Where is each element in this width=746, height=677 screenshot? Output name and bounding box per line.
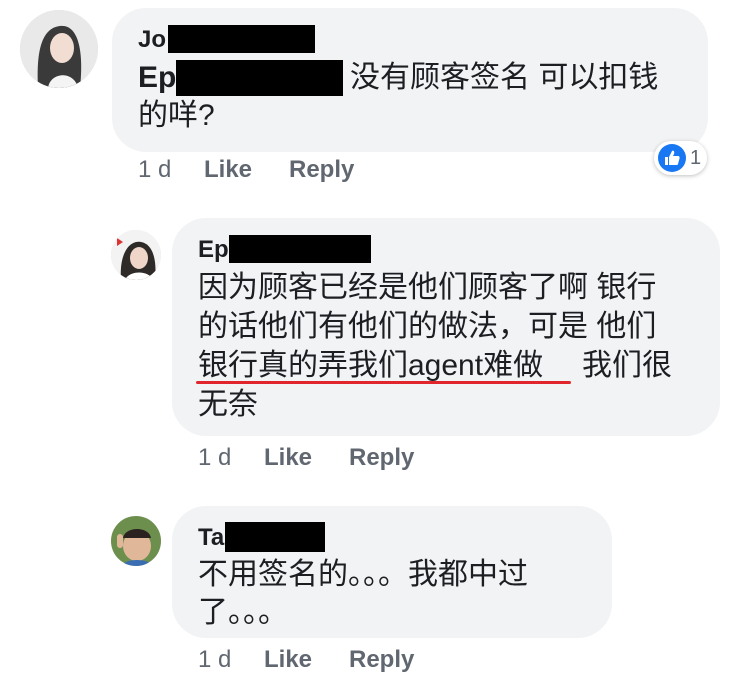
comment-author[interactable]: Ta: [198, 524, 224, 552]
reply-button[interactable]: Reply: [349, 444, 414, 472]
comment-text-line: 不用签名的。。。我都中过: [198, 558, 528, 591]
like-label[interactable]: Like: [264, 646, 312, 673]
like-label[interactable]: Like: [204, 156, 252, 183]
reply-label[interactable]: Reply: [349, 646, 414, 673]
red-underline-annotation: [196, 381, 571, 384]
reply-label[interactable]: Reply: [289, 156, 354, 183]
like-button[interactable]: Like: [264, 646, 312, 674]
comment-text-line: 了。。。: [198, 596, 288, 629]
profile-photo-icon: [111, 516, 161, 566]
comment-author[interactable]: Ep: [198, 236, 229, 264]
author-name[interactable]: Jo: [138, 26, 166, 53]
comment-text-line: 没有顾客签名 可以扣钱: [350, 61, 659, 94]
comment-text-line: 因为顾客已经是他们顾客了啊 银行: [198, 271, 657, 304]
mentioned-name[interactable]: Ep: [138, 61, 176, 94]
reply-button[interactable]: Reply: [289, 156, 354, 184]
redaction-bar: [229, 235, 371, 263]
comment-text-line: 的咩?: [138, 99, 215, 132]
comment-text-line: 无奈: [198, 388, 258, 421]
avatar[interactable]: [111, 516, 161, 566]
comment-time[interactable]: 1 d: [198, 646, 231, 674]
author-name[interactable]: Ta: [198, 524, 224, 551]
like-label[interactable]: Like: [264, 444, 312, 471]
comment-text-line: 的话他们有他们的做法，可是 他们: [198, 310, 657, 343]
comment-time[interactable]: 1 d: [138, 156, 171, 184]
reaction-count: 1: [690, 146, 702, 169]
reply-button[interactable]: Reply: [349, 646, 414, 674]
redaction-bar: [168, 25, 315, 53]
redaction-bar: [225, 522, 325, 552]
profile-photo-icon: [20, 10, 98, 88]
thumbs-up-icon: [658, 144, 686, 172]
comment-text-line: Ep: [138, 60, 176, 96]
avatar[interactable]: [111, 230, 161, 280]
author-name[interactable]: Ep: [198, 236, 229, 263]
redaction-bar: [176, 60, 343, 96]
like-button[interactable]: Like: [204, 156, 252, 184]
comment-text-line: 银行真的弄我们agent难做: [198, 349, 544, 382]
comment-author[interactable]: Jo: [138, 26, 166, 54]
reaction-summary[interactable]: 1: [654, 141, 708, 175]
profile-photo-icon: [111, 230, 161, 280]
comment-text-line: 我们很: [582, 349, 672, 382]
like-button[interactable]: Like: [264, 444, 312, 472]
reply-label[interactable]: Reply: [349, 444, 414, 471]
avatar[interactable]: [20, 10, 98, 88]
comment-time[interactable]: 1 d: [198, 444, 231, 472]
